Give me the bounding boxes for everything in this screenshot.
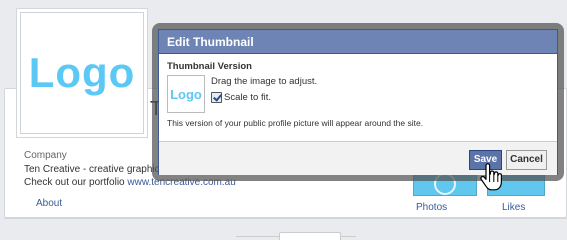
tab-likes[interactable]: Likes [502, 202, 525, 213]
cancel-button[interactable]: Cancel [506, 150, 547, 170]
version-note: This version of your public profile pict… [167, 118, 424, 128]
section-title: Thumbnail Version [167, 61, 252, 72]
dialog-body: Thumbnail Version Logo Drag the image to… [159, 54, 557, 141]
portfolio-text: Check out our portfolio [24, 177, 128, 188]
divider [4, 218, 567, 219]
edit-thumbnail-dialog: Edit Thumbnail Thumbnail Version Logo Dr… [158, 29, 558, 175]
tab-photos[interactable]: Photos [416, 202, 447, 213]
drag-hint: Drag the image to adjust. [211, 76, 318, 87]
profile-picture[interactable]: Logo [20, 12, 144, 134]
timeline-scroll-button[interactable] [279, 232, 341, 240]
scale-to-fit-checkbox[interactable] [211, 92, 222, 103]
scale-to-fit-label: Scale to fit. [224, 92, 271, 103]
thumbnail-preview[interactable]: Logo [167, 75, 205, 113]
scale-to-fit-row[interactable]: Scale to fit. [211, 92, 271, 103]
hand-pointer-icon [480, 163, 502, 191]
dialog-title: Edit Thumbnail [159, 30, 557, 54]
tab-about[interactable]: About [36, 198, 62, 209]
